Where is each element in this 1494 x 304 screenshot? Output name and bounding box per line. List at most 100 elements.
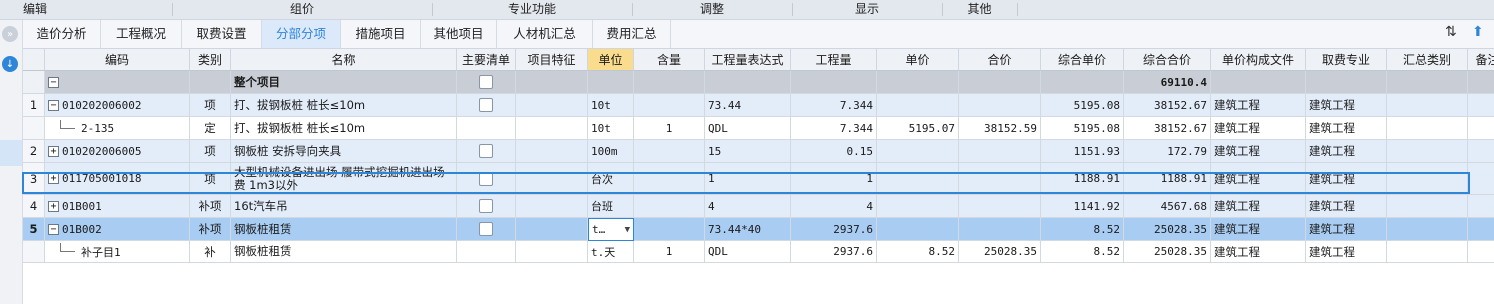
expression-cell[interactable]: 15: [705, 140, 791, 163]
row-number-cell[interactable]: [23, 117, 45, 140]
content-cell[interactable]: [634, 94, 705, 117]
composite-total-cell[interactable]: 38152.67: [1124, 117, 1211, 140]
content-cell[interactable]: [634, 195, 705, 218]
composite-price-cell[interactable]: 1188.91: [1041, 163, 1124, 195]
menu-pricing[interactable]: 组价: [172, 0, 432, 19]
feature-cell[interactable]: [516, 241, 588, 263]
header-code[interactable]: 编码: [45, 49, 190, 71]
expression-cell[interactable]: QDL: [705, 241, 791, 263]
header-quantity[interactable]: 工程量: [791, 49, 877, 71]
feature-cell[interactable]: [516, 140, 588, 163]
quantity-cell[interactable]: 1: [791, 163, 877, 195]
expression-cell[interactable]: 73.44*40: [705, 218, 791, 241]
fee-specialty-cell[interactable]: 建筑工程: [1306, 241, 1387, 263]
row-number-cell[interactable]: 4: [23, 195, 45, 218]
price-file-cell[interactable]: 建筑工程: [1211, 195, 1306, 218]
composite-price-cell[interactable]: 5195.08: [1041, 117, 1124, 140]
main-list-checkbox[interactable]: [479, 144, 493, 158]
header-price-file[interactable]: 单价构成文件: [1211, 49, 1306, 71]
summary-category-cell[interactable]: [1387, 195, 1468, 218]
header-fee-specialty[interactable]: 取费专业: [1306, 49, 1387, 71]
unit-price-cell[interactable]: 5195.07: [877, 117, 959, 140]
price-file-cell[interactable]: 建筑工程: [1211, 140, 1306, 163]
header-remark[interactable]: 备注: [1468, 49, 1494, 71]
category-cell[interactable]: 补: [190, 241, 231, 263]
composite-price-cell[interactable]: 1141.92: [1041, 195, 1124, 218]
header-name[interactable]: 名称: [231, 49, 457, 71]
category-cell[interactable]: 项: [190, 140, 231, 163]
total-price-cell[interactable]: [959, 163, 1041, 195]
up-arrow-icon[interactable]: ⬆: [1472, 24, 1484, 40]
unit-price-cell[interactable]: [877, 163, 959, 195]
row-number-cell[interactable]: 3: [23, 163, 45, 195]
table-row[interactable]: 5−01B002 补项 钢板桩租赁 t… ▼ 73.44*40 2937.6 8.52 2502…: [23, 218, 1494, 241]
header-unit-price[interactable]: 单价: [877, 49, 959, 71]
chevron-down-icon[interactable]: ▼: [625, 225, 630, 235]
name-cell[interactable]: 打、拔钢板桩 桩长≤10m: [231, 94, 457, 117]
tab-project-overview[interactable]: 工程概况: [101, 20, 182, 48]
quantity-cell[interactable]: 2937.6: [791, 218, 877, 241]
fee-specialty-cell[interactable]: 建筑工程: [1306, 163, 1387, 195]
price-file-cell[interactable]: 建筑工程: [1211, 94, 1306, 117]
name-cell[interactable]: 钢板桩租赁: [231, 241, 457, 263]
header-main-list[interactable]: 主要清单: [457, 49, 516, 71]
collapse-toggle-icon[interactable]: −: [48, 76, 59, 88]
content-cell[interactable]: [634, 163, 705, 195]
unit-cell[interactable]: 100m: [588, 140, 634, 163]
header-composite-unit-price[interactable]: 综合单价: [1041, 49, 1124, 71]
header-total-price[interactable]: 合价: [959, 49, 1041, 71]
quantity-cell[interactable]: 4: [791, 195, 877, 218]
unit-cell[interactable]: 台次: [588, 163, 634, 195]
row-number-cell[interactable]: 1: [23, 94, 45, 117]
main-list-cell[interactable]: [457, 140, 516, 163]
main-list-checkbox[interactable]: [479, 171, 493, 186]
menu-display[interactable]: 显示: [792, 0, 942, 19]
remark-cell[interactable]: [1468, 195, 1494, 218]
main-list-cell[interactable]: [457, 94, 516, 117]
table-row[interactable]: 3 +011705001018 项大型机械设备进出场 履带式挖掘机进出场费 1m3以…: [23, 163, 1494, 195]
code-cell[interactable]: +011705001018: [45, 163, 190, 195]
code-cell[interactable]: 2-135: [45, 117, 190, 140]
code-cell[interactable]: −010202006002: [45, 94, 190, 117]
feature-cell[interactable]: [516, 163, 588, 195]
unit-price-cell[interactable]: [877, 140, 959, 163]
table-row[interactable]: 1−010202006002 项打、拔钢板桩 桩长≤10m 10t 73.44 7.34…: [23, 94, 1494, 117]
feature-cell[interactable]: [516, 117, 588, 140]
tab-fee-summary[interactable]: 费用汇总: [593, 20, 671, 48]
main-list-cell[interactable]: [457, 195, 516, 218]
table-row[interactable]: 4 +01B001 补项 16t汽车吊 台班 4 4 1141.92 4567.68 建筑工程 建筑…: [23, 195, 1494, 218]
unit-price-cell[interactable]: 8.52: [877, 241, 959, 263]
table-row[interactable]: 2-135 定打、拔钢板桩 桩长≤10m 10t 1 QDL 7.344 5195.07 38…: [23, 117, 1494, 140]
main-list-checkbox[interactable]: [479, 222, 493, 236]
collapse-icon[interactable]: »: [2, 26, 18, 42]
composite-price-cell[interactable]: 8.52: [1041, 218, 1124, 241]
unit-price-cell[interactable]: [877, 218, 959, 241]
name-cell[interactable]: 大型机械设备进出场 履带式挖掘机进出场费 1m3以外: [231, 163, 457, 195]
remark-cell[interactable]: [1468, 140, 1494, 163]
unit-cell[interactable]: t.天: [588, 241, 634, 263]
expand-toggle-icon[interactable]: +: [48, 173, 59, 184]
content-cell[interactable]: 1: [634, 241, 705, 263]
menu-edit[interactable]: 编辑: [0, 0, 70, 19]
name-cell[interactable]: 钢板桩 安拆导向夹具: [231, 140, 457, 163]
main-list-cell[interactable]: [457, 163, 516, 195]
composite-price-cell[interactable]: 5195.08: [1041, 94, 1124, 117]
quantity-cell[interactable]: 2937.6: [791, 241, 877, 263]
row-number-cell[interactable]: 2: [23, 140, 45, 163]
total-price-cell[interactable]: 38152.59: [959, 117, 1041, 140]
composite-total-cell[interactable]: 4567.68: [1124, 195, 1211, 218]
total-price-cell[interactable]: [959, 140, 1041, 163]
composite-price-cell[interactable]: 1151.93: [1041, 140, 1124, 163]
menu-other[interactable]: 其他: [942, 0, 1017, 19]
fee-specialty-cell[interactable]: 建筑工程: [1306, 195, 1387, 218]
fee-specialty-cell[interactable]: 建筑工程: [1306, 117, 1387, 140]
fee-specialty-cell[interactable]: 建筑工程: [1306, 94, 1387, 117]
header-unit[interactable]: 单位: [588, 49, 634, 71]
header-quantity-expression[interactable]: 工程量表达式: [705, 49, 791, 71]
summary-row[interactable]: − 整个项目 69110.4: [23, 71, 1494, 94]
name-cell[interactable]: 16t汽车吊: [231, 195, 457, 218]
expression-cell[interactable]: 1: [705, 163, 791, 195]
summary-category-cell[interactable]: [1387, 218, 1468, 241]
feature-cell[interactable]: [516, 218, 588, 241]
code-cell[interactable]: +01B001: [45, 195, 190, 218]
